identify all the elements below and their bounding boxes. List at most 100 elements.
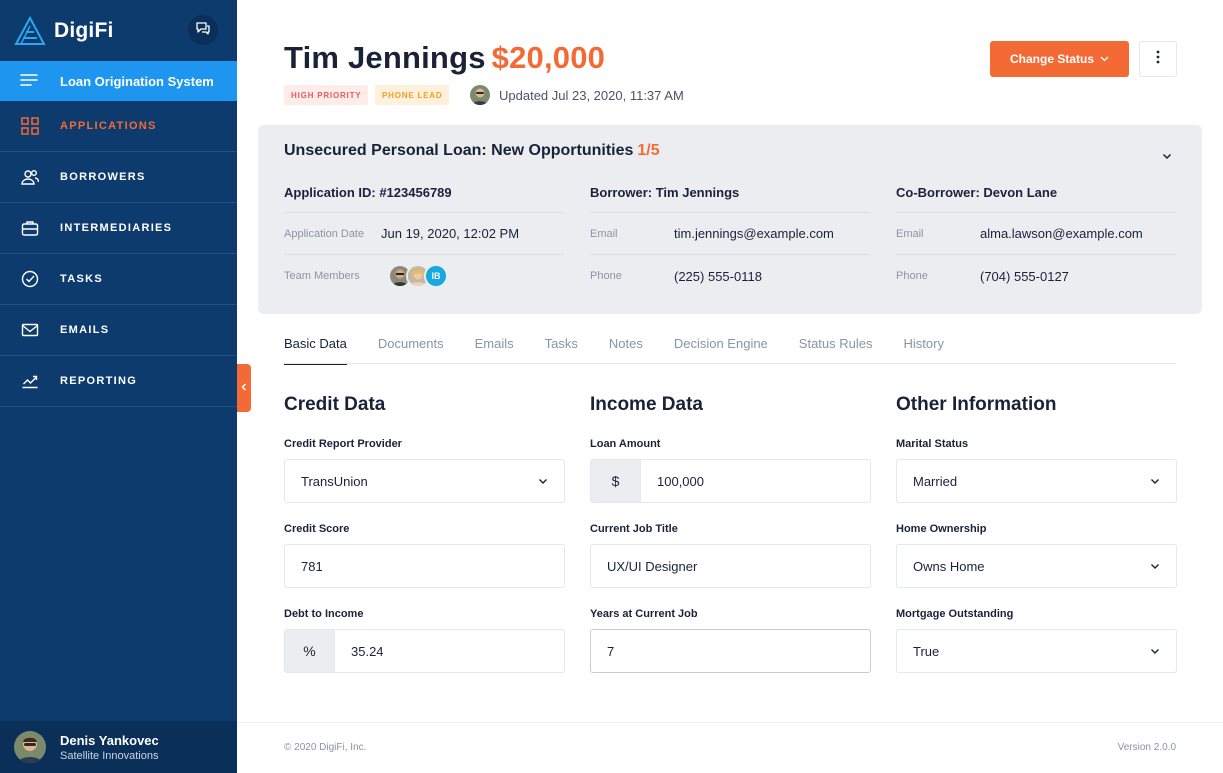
change-status-label: Change Status [1009, 52, 1094, 66]
product-name: Unsecured Personal Loan: New Opportuniti… [284, 142, 634, 159]
nav-item-applications[interactable]: APPLICATIONS [0, 101, 237, 152]
home-ownership-label: Home Ownership [896, 523, 987, 535]
nav-item-intermediaries[interactable]: INTERMEDIARIES [0, 203, 237, 254]
credit-data-title: Credit Data [284, 394, 386, 415]
logo[interactable]: DigiFi [0, 0, 237, 61]
dti-label: Debt to Income [284, 608, 364, 620]
user-profile[interactable]: Denis Yankovec Satellite Innovations [0, 721, 237, 773]
collapse-summary-chevron-icon[interactable] [1162, 147, 1172, 165]
nav-label: REPORTING [60, 375, 138, 387]
application-column: Application ID: #123456789 Application D… [284, 185, 564, 297]
borrower-heading: Borrower: Tim Jennings [590, 185, 870, 213]
application-date-label: Application Date [284, 227, 365, 240]
credit-score-label: Credit Score [284, 523, 350, 535]
collapse-sidebar-button[interactable] [237, 364, 251, 412]
page-title: Tim Jennings $20,000 [284, 40, 605, 76]
nav-label: APPLICATIONS [60, 120, 157, 132]
coborrower-email[interactable]: alma.lawson@example.com [980, 226, 1143, 241]
digifi-logo-icon [14, 15, 46, 46]
copyright: © 2020 DigiFi, Inc. [284, 742, 367, 753]
menu-icon [20, 73, 38, 90]
application-tabs: Basic Data Documents Emails Tasks Notes … [284, 336, 1176, 365]
team-members-label: Team Members [284, 270, 360, 282]
chat-button[interactable] [188, 15, 218, 45]
change-status-button[interactable]: Change Status [990, 41, 1129, 77]
updater-avatar [470, 85, 490, 105]
nav-item-reporting[interactable]: REPORTING [0, 356, 237, 407]
job-title-label: Current Job Title [590, 523, 678, 535]
tab-status-rules[interactable]: Status Rules [799, 336, 873, 364]
more-vertical-icon [1156, 50, 1160, 69]
mortgage-outstanding-value: True [913, 643, 940, 659]
summary-title: Unsecured Personal Loan: New Opportuniti… [284, 142, 660, 160]
loan-origination-system-menu[interactable]: Loan Origination System [0, 61, 237, 101]
loan-amount: $20,000 [491, 40, 606, 75]
coborrower-column: Co-Borrower: Devon Lane Email alma.lawso… [896, 185, 1176, 297]
tab-documents[interactable]: Documents [378, 336, 444, 364]
tab-history[interactable]: History [904, 336, 944, 364]
percent-prefix: % [285, 630, 335, 672]
nav-item-tasks[interactable]: TASKS [0, 254, 237, 305]
more-options-button[interactable] [1139, 41, 1177, 77]
borrower-phone[interactable]: (225) 555-0118 [674, 269, 762, 284]
check-circle-icon [20, 269, 40, 289]
mortgage-outstanding-select[interactable]: True [896, 629, 1177, 673]
income-data-title: Income Data [590, 394, 703, 415]
nav-label: EMAILS [60, 324, 110, 336]
home-ownership-value: Owns Home [913, 558, 985, 574]
coborrower-phone-row: Phone (704) 555-0127 [896, 255, 1176, 297]
nav-label: TASKS [60, 273, 103, 285]
tab-notes[interactable]: Notes [609, 336, 643, 364]
tab-tasks[interactable]: Tasks [545, 336, 578, 364]
grid-icon [20, 116, 40, 136]
user-company: Satellite Innovations [60, 749, 159, 762]
tab-basic-data[interactable]: Basic Data [284, 336, 347, 365]
loan-amount-label: Loan Amount [590, 438, 661, 450]
borrower-column: Borrower: Tim Jennings Email tim.jenning… [590, 185, 870, 297]
product-count: 1/5 [637, 142, 660, 159]
credit-score-input[interactable]: 781 [284, 544, 565, 588]
loan-origination-system-label: Loan Origination System [60, 73, 214, 89]
chevron-left-icon [240, 379, 248, 397]
chevron-down-icon [1150, 478, 1160, 485]
team-member-initials: IB [424, 264, 448, 288]
borrower-email-label: Email [590, 227, 618, 240]
marital-status-label: Marital Status [896, 438, 969, 450]
coborrower-phone-label: Phone [896, 270, 928, 282]
years-at-job-value: 7 [607, 643, 615, 659]
coborrower-email-row: Email alma.lawson@example.com [896, 213, 1176, 255]
borrower-email[interactable]: tim.jennings@example.com [674, 226, 834, 241]
loan-amount-input[interactable]: $ 100,000 [590, 459, 871, 503]
users-icon [20, 167, 40, 187]
other-information-title: Other Information [896, 394, 1057, 415]
loan-amount-value: 100,000 [657, 473, 704, 489]
chart-icon [20, 371, 40, 391]
priority-badge: HIGH PRIORITY [284, 85, 369, 105]
user-avatar [14, 731, 46, 763]
nav-item-emails[interactable]: EMAILS [0, 305, 237, 356]
credit-score-value: 781 [301, 558, 323, 574]
home-ownership-select[interactable]: Owns Home [896, 544, 1177, 588]
logo-text: DigiFi [54, 18, 114, 42]
job-title-input[interactable]: UX/UI Designer [590, 544, 871, 588]
credit-provider-select[interactable]: TransUnion [284, 459, 565, 503]
marital-status-select[interactable]: Married [896, 459, 1177, 503]
tab-emails[interactable]: Emails [475, 336, 514, 364]
chevron-down-icon [1100, 56, 1109, 62]
team-members-avatars[interactable]: IB [388, 264, 448, 288]
years-at-job-input[interactable]: 7 [590, 629, 871, 673]
marital-status-value: Married [913, 473, 958, 489]
nav-item-borrowers[interactable]: BORROWERS [0, 152, 237, 203]
updated-info: Updated Jul 23, 2020, 11:37 AM [470, 85, 684, 105]
page-footer: © 2020 DigiFi, Inc. Version 2.0.0 [237, 722, 1223, 773]
chevron-down-icon [538, 478, 548, 485]
borrower-phone-label: Phone [590, 270, 622, 282]
dti-input[interactable]: % 35.24 [284, 629, 565, 673]
borrower-email-row: Email tim.jennings@example.com [590, 213, 870, 255]
coborrower-phone[interactable]: (704) 555-0127 [980, 269, 1069, 284]
application-date-row: Application Date Jun 19, 2020, 12:02 PM [284, 213, 564, 255]
chat-icon [195, 20, 211, 41]
mortgage-outstanding-label: Mortgage Outstanding [896, 608, 1014, 620]
mail-icon [20, 320, 40, 340]
tab-decision-engine[interactable]: Decision Engine [674, 336, 768, 364]
